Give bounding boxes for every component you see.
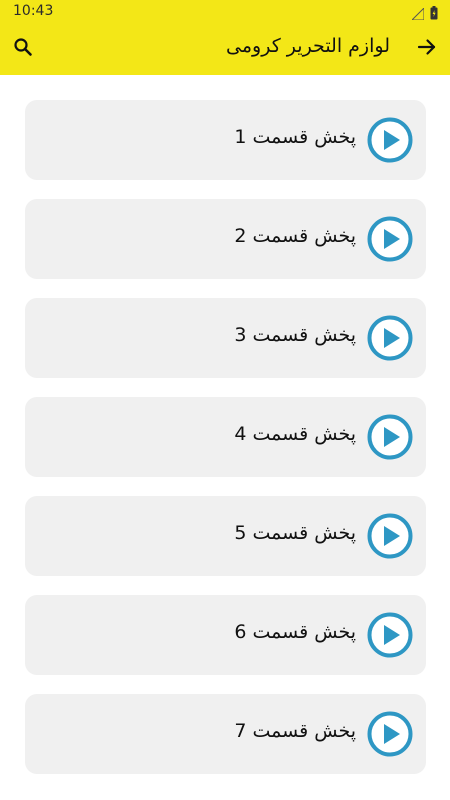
page-title: لوازم التحریر کرومی <box>226 35 390 57</box>
play-circle-icon[interactable] <box>367 711 413 757</box>
back-button[interactable] <box>412 34 442 64</box>
episode-item-6[interactable]: پخش قسمت 6 <box>25 595 426 675</box>
toolbar: لوازم التحریر کرومی <box>0 24 450 75</box>
episode-item-7[interactable]: پخش قسمت 7 <box>25 694 426 774</box>
episode-label: پخش قسمت 3 <box>234 324 356 346</box>
episode-label: پخش قسمت 2 <box>234 225 356 247</box>
episode-item-5[interactable]: پخش قسمت 5 <box>25 496 426 576</box>
app-screen: 10:43 لوازم التحریر کرومی پخش قسمت 1 پخش… <box>0 0 450 800</box>
play-circle-icon[interactable] <box>367 612 413 658</box>
status-bar: 10:43 <box>0 0 450 24</box>
episode-item-2[interactable]: پخش قسمت 2 <box>25 199 426 279</box>
episode-label: پخش قسمت 6 <box>234 621 356 643</box>
play-circle-icon[interactable] <box>367 513 413 559</box>
episode-label: پخش قسمت 5 <box>234 522 356 544</box>
play-circle-icon[interactable] <box>367 117 413 163</box>
play-circle-icon[interactable] <box>367 315 413 361</box>
signal-icon <box>410 5 425 24</box>
episode-item-3[interactable]: پخش قسمت 3 <box>25 298 426 378</box>
status-time: 10:43 <box>13 3 54 19</box>
episode-label: پخش قسمت 4 <box>234 423 356 445</box>
episode-item-1[interactable]: پخش قسمت 1 <box>25 100 426 180</box>
arrow-forward-icon <box>417 37 437 61</box>
search-icon <box>13 37 33 61</box>
app-header: 10:43 لوازم التحریر کرومی <box>0 0 450 75</box>
search-button[interactable] <box>8 34 38 64</box>
episode-label: پخش قسمت 1 <box>234 126 356 148</box>
status-icons <box>410 5 438 24</box>
episode-item-4[interactable]: پخش قسمت 4 <box>25 397 426 477</box>
episode-label: پخش قسمت 7 <box>234 720 356 742</box>
play-circle-icon[interactable] <box>367 216 413 262</box>
play-circle-icon[interactable] <box>367 414 413 460</box>
battery-icon <box>430 5 438 24</box>
